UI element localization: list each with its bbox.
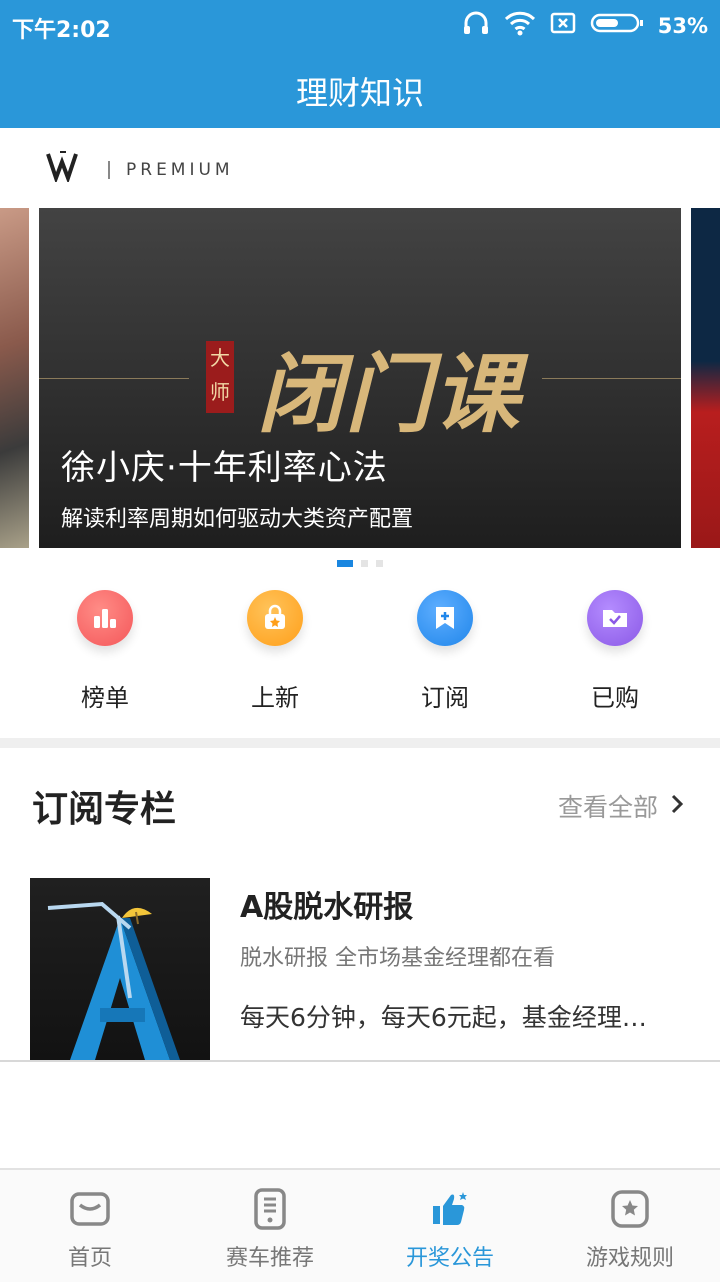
quick-action-label: 上新 — [251, 684, 299, 712]
chevron-right-icon — [670, 792, 684, 821]
battery-percent: 53% — [657, 13, 708, 38]
tab-label: 首页 — [67, 1246, 112, 1271]
thumbs-up-icon — [429, 1188, 471, 1230]
banner-calligraphy: 闭门课 — [257, 344, 521, 445]
quick-action-label: 榜单 — [81, 684, 129, 712]
mail-icon — [69, 1188, 111, 1230]
column-title: A股脱水研报 — [240, 890, 414, 925]
banner-decor-line — [39, 378, 189, 379]
banner-subtitle: 解读利率周期如何驱动大类资产配置 — [61, 507, 414, 532]
quick-action-subscribe[interactable]: 订阅 — [360, 590, 530, 720]
banner-decor-line — [542, 378, 681, 379]
app-header: 理财知识 — [0, 50, 720, 128]
column-thumbnail — [30, 878, 210, 1060]
star-icon — [609, 1188, 651, 1230]
column-card[interactable]: A股脱水研报 脱水研报 全市场基金经理都在看 每天6分钟，每天6元起，基金经理… — [30, 878, 720, 1060]
bottom-tab-bar: 首页 赛车推荐 开奖公告 游戏规则 — [0, 1168, 720, 1282]
quick-action-new[interactable]: 上新 — [190, 590, 360, 720]
battery-icon — [590, 12, 644, 39]
tab-racing-picks[interactable]: 赛车推荐 — [180, 1170, 360, 1282]
brand-premium-label: PREMIUM — [126, 160, 234, 180]
phone-icon — [249, 1188, 291, 1230]
carousel-slide-current[interactable]: 大师 闭门课 徐小庆·十年利率心法 解读利率周期如何驱动大类资产配置 — [39, 208, 681, 548]
status-bar: 下午2:02 53% — [0, 0, 720, 50]
tab-label: 赛车推荐 — [225, 1246, 314, 1271]
quick-action-purchased[interactable]: 已购 — [530, 590, 700, 720]
status-icons: 53% — [462, 10, 708, 41]
carousel-dot — [376, 560, 383, 567]
chart-icon — [77, 590, 133, 646]
carousel-slide-prev[interactable] — [0, 208, 29, 548]
status-time: 下午2:02 — [12, 18, 111, 43]
tab-label: 游戏规则 — [585, 1246, 674, 1271]
sim-off-icon — [550, 12, 576, 39]
banner-seal: 大师 — [206, 341, 234, 413]
quick-actions: 榜单 上新 订阅 已购 — [0, 590, 720, 720]
quick-action-rankings[interactable]: 榜单 — [20, 590, 190, 720]
banner-carousel[interactable]: 大师 闭门课 徐小庆·十年利率心法 解读利率周期如何驱动大类资产配置 — [0, 208, 720, 548]
view-all-link[interactable]: 查看全部 — [558, 788, 684, 824]
carousel-indicator — [0, 560, 720, 567]
brand-row: PREMIUM — [46, 150, 234, 190]
view-all-label: 查看全部 — [557, 793, 658, 822]
wifi-icon — [504, 10, 536, 41]
carousel-dot — [361, 560, 368, 567]
list-divider — [0, 1060, 720, 1062]
tab-draw-announcement[interactable]: 开奖公告 — [360, 1170, 540, 1282]
carousel-slide-next[interactable] — [691, 208, 720, 548]
section-divider — [0, 738, 720, 748]
brand-logo — [46, 150, 80, 190]
column-description: 每天6分钟，每天6元起，基金经理… — [240, 1003, 647, 1032]
quick-action-label: 已购 — [591, 684, 639, 712]
headset-icon — [462, 10, 490, 41]
tab-game-rules[interactable]: 游戏规则 — [540, 1170, 720, 1282]
tab-home[interactable]: 首页 — [0, 1170, 180, 1282]
quick-action-label: 订阅 — [421, 684, 469, 712]
bag-icon — [247, 590, 303, 646]
tab-label: 开奖公告 — [405, 1246, 494, 1271]
page-title: 理财知识 — [295, 74, 424, 112]
brand-divider — [108, 161, 110, 179]
section-title: 订阅专栏 — [32, 789, 177, 830]
folder-icon — [587, 590, 643, 646]
column-tags: 脱水研报 全市场基金经理都在看 — [240, 946, 555, 971]
bookmark-icon — [417, 590, 473, 646]
banner-title: 徐小庆·十年利率心法 — [61, 448, 388, 488]
carousel-dot-active — [337, 560, 353, 567]
